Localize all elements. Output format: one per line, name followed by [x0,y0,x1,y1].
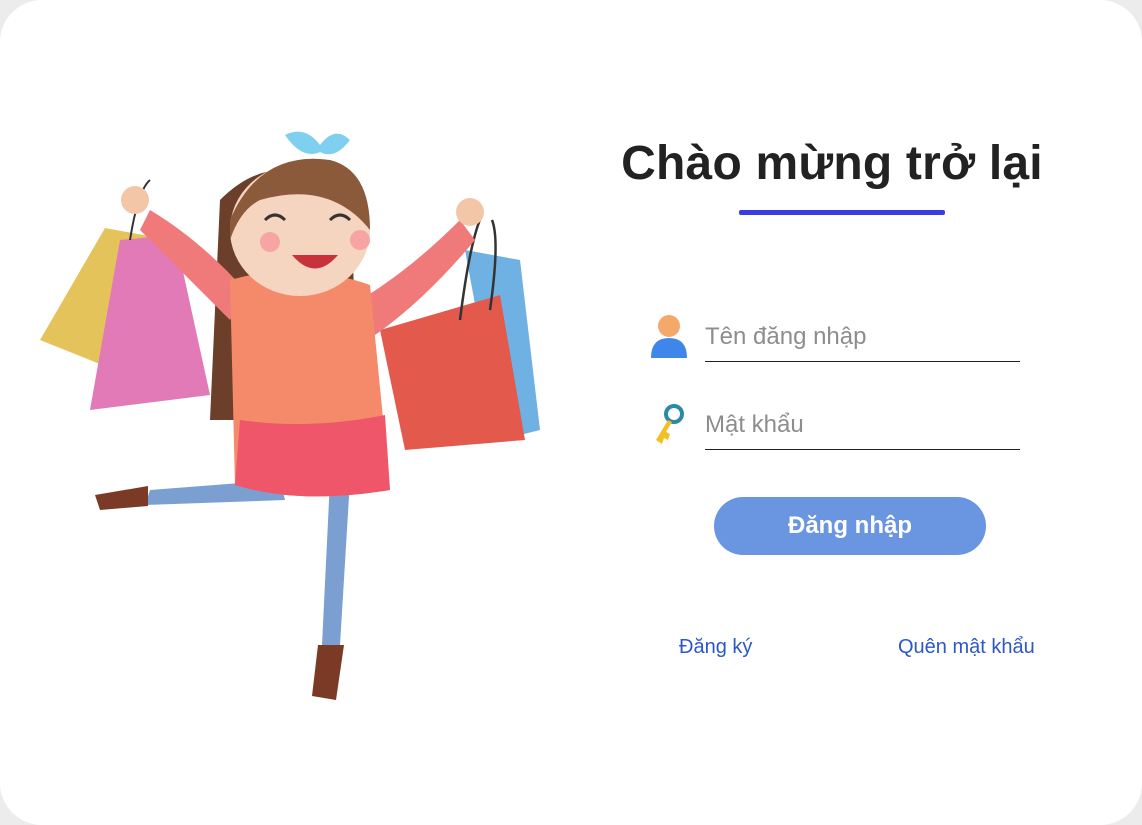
username-input[interactable] [705,312,1020,362]
login-button[interactable]: Đăng nhập [714,497,986,555]
shopping-girl-illustration [40,131,540,700]
register-link[interactable]: Đăng ký [679,636,752,659]
forgot-password-link[interactable]: Quên mật khẩu [898,636,1035,659]
page-title: Chào mừng trở lại [621,137,1043,190]
key-icon [656,404,684,444]
username-field-group [648,312,1020,368]
user-icon [651,315,687,358]
login-card: Chào mừng trở lại Đăng nhập Đăng ký Quên… [0,0,1142,825]
password-input[interactable] [705,400,1020,450]
title-underline [739,210,945,215]
password-field-group [648,400,1020,454]
